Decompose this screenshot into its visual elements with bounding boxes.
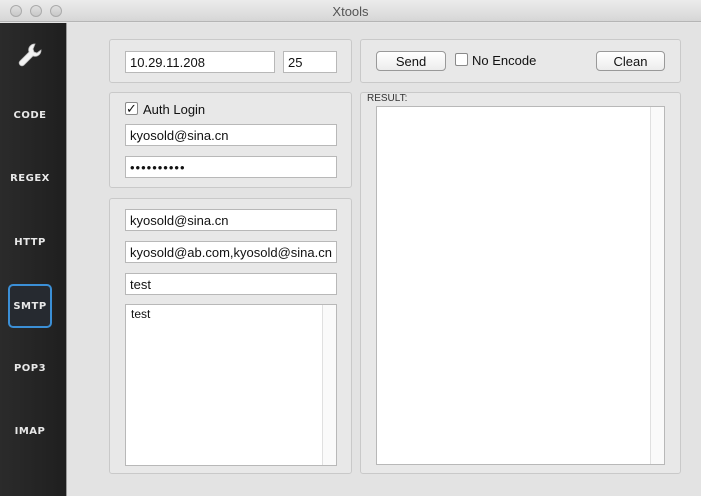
sidebar-item-label: POP3 — [13, 362, 47, 374]
result-panel: RESULT: — [360, 92, 681, 474]
sidebar-item-label: SMTP — [13, 300, 47, 312]
sidebar-item-imap[interactable]: IMAP — [8, 409, 52, 453]
result-label: RESULT: — [367, 93, 408, 104]
auth-login-checkbox[interactable]: ✓ — [125, 102, 138, 115]
to-input[interactable]: kyosold@ab.com,kyosold@sina.cn — [125, 241, 337, 263]
username-input[interactable]: kyosold@sina.cn — [125, 124, 337, 146]
toolbar-panel: Send No Encode Clean — [360, 39, 681, 83]
send-button[interactable]: Send — [376, 51, 446, 71]
no-encode-label: No Encode — [472, 53, 537, 68]
result-textarea[interactable] — [376, 106, 665, 465]
sidebar-item-regex[interactable]: REGEX — [8, 156, 52, 200]
password-input[interactable]: •••••••••• — [125, 156, 337, 178]
sidebar-item-label: HTTP — [14, 236, 46, 248]
sidebar-item-http[interactable]: HTTP — [8, 220, 52, 264]
port-input[interactable]: 25 — [283, 51, 337, 73]
result-scrollbar[interactable] — [650, 107, 664, 464]
sidebar-item-label: REGEX — [10, 172, 50, 184]
no-encode-checkbox[interactable] — [455, 53, 468, 66]
auth-panel: ✓ Auth Login kyosold@sina.cn •••••••••• — [109, 92, 352, 188]
sidebar-item-tools[interactable] — [8, 33, 52, 77]
from-input[interactable]: kyosold@sina.cn — [125, 209, 337, 231]
subject-input[interactable]: test — [125, 273, 337, 295]
sidebar-item-smtp[interactable]: SMTP — [8, 284, 52, 328]
body-text: test — [131, 307, 151, 321]
smtp-panel: 10.29.11.208 25 ✓ Auth Login kyosold@sin… — [67, 23, 701, 496]
sidebar: CODE REGEX HTTP SMTP POP3 IMAP — [0, 23, 66, 496]
sidebar-item-pop3[interactable]: POP3 — [8, 346, 52, 390]
window-title: Xtools — [332, 4, 369, 19]
server-panel: 10.29.11.208 25 — [109, 39, 352, 83]
host-input[interactable]: 10.29.11.208 — [125, 51, 275, 73]
sidebar-item-code[interactable]: CODE — [8, 93, 52, 137]
clean-button[interactable]: Clean — [596, 51, 665, 71]
body-textarea[interactable]: test — [125, 304, 337, 466]
sidebar-item-label: IMAP — [14, 425, 46, 437]
auth-login-label: Auth Login — [143, 102, 206, 117]
sidebar-item-label: CODE — [13, 109, 47, 121]
body-scrollbar[interactable] — [322, 305, 336, 465]
wrench-icon — [18, 43, 42, 67]
title-bar: Xtools — [0, 0, 701, 22]
message-panel: kyosold@sina.cn kyosold@ab.com,kyosold@s… — [109, 198, 352, 474]
